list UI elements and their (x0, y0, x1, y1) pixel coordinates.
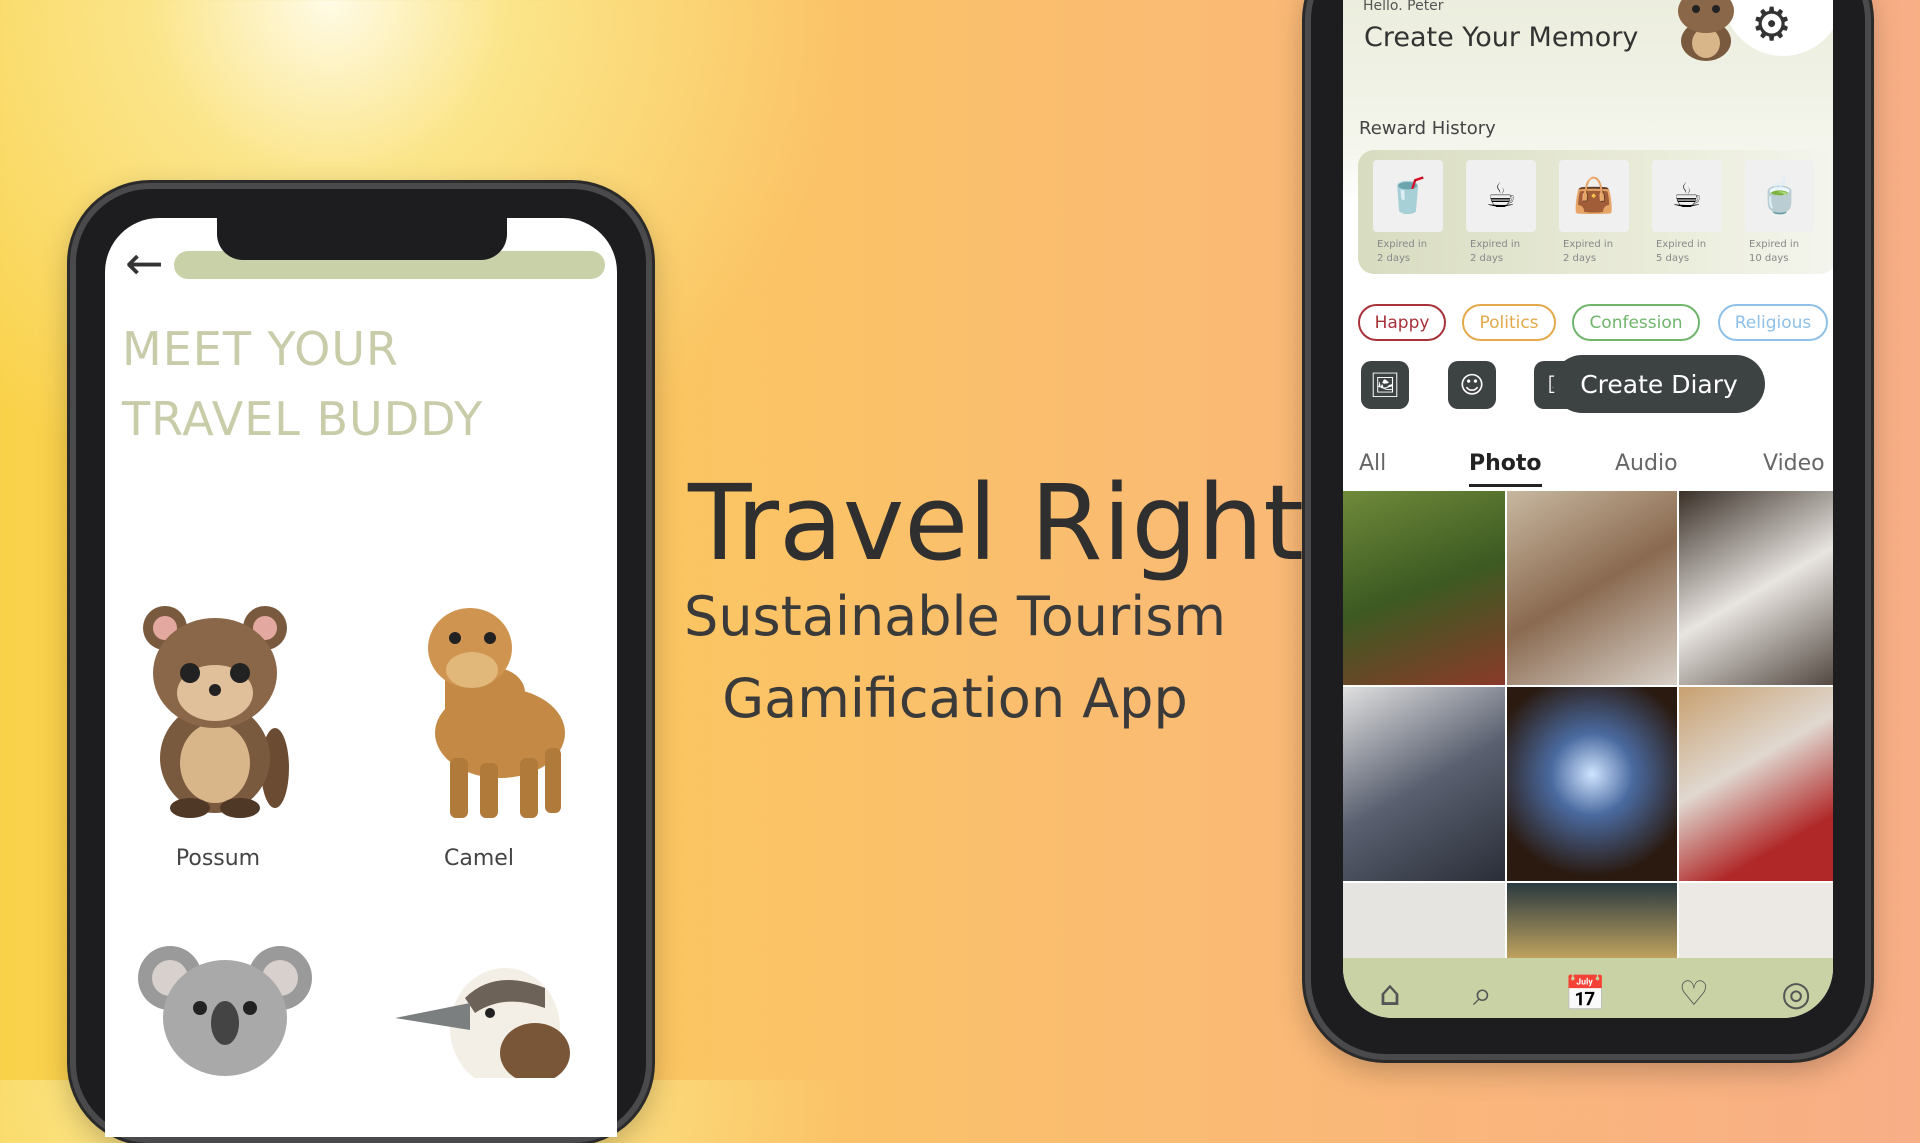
expiry-text: Expired in (1470, 239, 1521, 250)
photo-thumbnail[interactable] (1343, 491, 1505, 685)
reward-history-list: 🥤 Expired in 2 days ☕ Expired in 2 days 👜 Exp… (1358, 150, 1833, 274)
app-subtitle: Gamification App (722, 667, 1188, 730)
tag-confession[interactable]: Confession (1572, 304, 1700, 341)
notch (217, 218, 507, 260)
search-icon[interactable]: ⌕ (1473, 974, 1492, 1014)
possum-avatar (1678, 0, 1734, 61)
heart-icon[interactable]: ♡ (1679, 974, 1709, 1014)
koala-image[interactable] (135, 938, 315, 1078)
expiry-days: 2 days (1377, 253, 1411, 264)
heading-line: TRAVEL BUDDY (122, 392, 484, 446)
latte-icon: ☕ (1466, 160, 1536, 232)
image-plus-icon[interactable]: 🖼 (1361, 361, 1409, 409)
home-icon[interactable]: ⌂ (1379, 974, 1401, 1014)
tag-happy[interactable]: Happy (1358, 304, 1446, 341)
photo-thumbnail[interactable] (1343, 687, 1505, 881)
expiry-text: Expired in (1563, 239, 1614, 250)
bottom-nav: ⌂ ⌕ 📅 ♡ ◎ (1343, 958, 1833, 1018)
right-phone: Hello. Peter Create Your Memory ⚙ Reward… (1305, 0, 1871, 1060)
tab-video[interactable]: Video (1763, 451, 1825, 476)
reward-item[interactable]: 👜 Expired in 2 days (1559, 160, 1629, 266)
photo-thumbnail[interactable] (1343, 883, 1505, 963)
possum-image[interactable] (135, 598, 305, 818)
iced-coffee-icon: 🥤 (1373, 160, 1443, 232)
kookaburra-image[interactable] (395, 958, 575, 1078)
expiry-days: 5 days (1656, 253, 1690, 264)
expiry-days: 2 days (1470, 253, 1504, 264)
tote-bag-icon: 👜 (1559, 160, 1629, 232)
expiry-text: Expired in (1377, 239, 1428, 250)
tab-audio[interactable]: Audio (1615, 451, 1678, 476)
buddy-screen: ← MEET YOUR TRAVEL BUDDY Possum Camel (105, 218, 617, 1137)
reward-item[interactable]: 🍵 Expired in 10 days (1745, 160, 1815, 266)
expiry-text: Expired in (1656, 239, 1707, 250)
screen-title: Create Your Memory (1364, 22, 1639, 53)
heading-line: MEET YOUR (122, 322, 399, 376)
photo-thumbnail[interactable] (1679, 491, 1833, 685)
tab-photo[interactable]: Photo (1469, 451, 1542, 487)
create-diary-button[interactable]: Create Diary (1553, 355, 1765, 413)
tea-icon: 🍵 (1745, 160, 1815, 232)
photo-thumbnail[interactable] (1679, 687, 1833, 881)
photo-thumbnail[interactable] (1507, 883, 1677, 963)
left-phone: ← MEET YOUR TRAVEL BUDDY Possum Camel (70, 183, 652, 1143)
calendar-icon[interactable]: 📅 (1564, 974, 1606, 1014)
photo-grid (1343, 491, 1833, 963)
arrow-left-icon[interactable]: ← (125, 240, 164, 286)
expiry-text: Expired in (1749, 239, 1800, 250)
tag-religious[interactable]: Religious (1718, 304, 1828, 341)
smile-icon[interactable]: ☺ (1448, 361, 1496, 409)
gear-icon[interactable]: ⚙ (1751, 1, 1792, 47)
reward-item[interactable]: ☕ Expired in 2 days (1466, 160, 1536, 266)
photo-thumbnail[interactable] (1507, 687, 1677, 881)
reward-item[interactable]: 🥤 Expired in 2 days (1373, 160, 1443, 266)
photo-thumbnail[interactable] (1507, 491, 1677, 685)
reward-history-label: Reward History (1359, 118, 1496, 139)
buddy-label: Possum (175, 846, 261, 871)
photo-thumbnail[interactable] (1679, 883, 1833, 963)
profile-icon[interactable]: ◎ (1781, 974, 1811, 1014)
app-title: Travel Right (688, 462, 1305, 584)
greeting: Hello. Peter (1363, 0, 1444, 14)
expiry-days: 2 days (1563, 253, 1597, 264)
buddy-label: Camel (444, 846, 514, 871)
page-title: MEET YOUR TRAVEL BUDDY (122, 314, 483, 454)
expiry-days: 10 days (1749, 253, 1789, 264)
camel-image[interactable] (400, 598, 580, 823)
reward-item[interactable]: ☕ Expired in 5 days (1652, 160, 1722, 266)
app-subtitle: Sustainable Tourism (684, 585, 1226, 648)
memory-screen: Hello. Peter Create Your Memory ⚙ Reward… (1343, 0, 1833, 1018)
latte-icon: ☕ (1652, 160, 1722, 232)
tag-politics[interactable]: Politics (1462, 304, 1556, 341)
tab-all[interactable]: All (1359, 451, 1386, 476)
